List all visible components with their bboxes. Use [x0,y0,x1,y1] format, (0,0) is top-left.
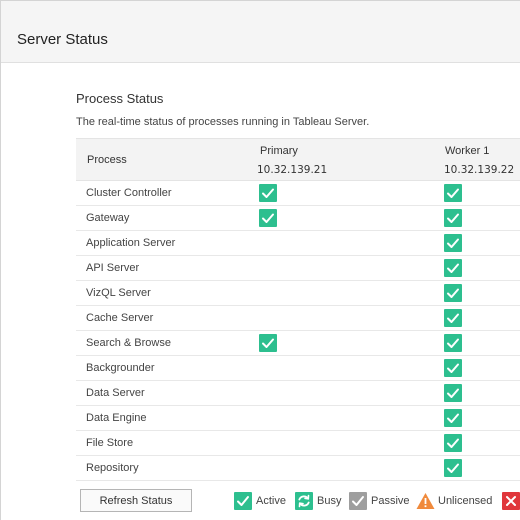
active-check-icon [444,284,462,302]
table-row: Repository [76,456,520,481]
active-check-icon [444,359,462,377]
table-row: Search & Browse [76,331,520,356]
process-name: Data Engine [86,412,147,424]
table-row: Gateway [76,206,520,231]
table-row: API Server [76,256,520,281]
active-check-icon [444,409,462,427]
table-row: Cache Server [76,306,520,331]
active-check-icon [259,334,277,352]
node-column-header-worker-1: Worker 1 10.32.139.22 [444,144,514,177]
passive-check-icon [349,492,367,510]
section-description: The real-time status of processes runnin… [76,116,370,128]
active-check-icon [259,184,277,202]
node-column-header-primary: Primary 10.32.139.21 [257,144,327,177]
process-status-table: Process Primary 10.32.139.21 Worker 1 10… [76,138,520,481]
active-check-icon [444,209,462,227]
footer-bar: Refresh Status Active Busy Passive Unlic… [0,488,520,520]
active-check-icon [444,234,462,252]
process-name: Cache Server [86,312,154,324]
active-check-icon [444,259,462,277]
legend-passive: Passive [349,491,410,511]
active-check-icon [259,209,277,227]
legend-down [502,491,520,511]
process-column-header: Process [87,154,127,166]
table-row: File Store [76,431,520,456]
process-name: Backgrounder [86,362,155,374]
unlicensed-warning-icon [416,492,435,510]
legend-label: Busy [317,495,342,507]
legend-label: Passive [371,495,410,507]
active-check-icon [444,309,462,327]
table-row: Backgrounder [76,356,520,381]
active-check-icon [234,492,252,510]
table-header: Process Primary 10.32.139.21 Worker 1 10… [76,138,520,181]
table-row: VizQL Server [76,281,520,306]
active-check-icon [444,459,462,477]
active-check-icon [444,184,462,202]
legend-label: Active [256,495,286,507]
process-name: Repository [86,462,139,474]
legend-active: Active [234,491,286,511]
process-name: Gateway [86,212,130,224]
active-check-icon [444,334,462,352]
process-name: Cluster Controller [86,187,172,199]
table-row: Data Engine [76,406,520,431]
active-check-icon [444,434,462,452]
table-row: Cluster Controller [76,181,520,206]
table-row: Application Server [76,231,520,256]
active-check-icon [444,384,462,402]
legend-label: Unlicensed [438,495,493,507]
process-name: VizQL Server [86,287,151,299]
legend-unlicensed: Unlicensed [416,491,492,511]
node-name: Worker 1 [445,145,490,157]
node-name: Primary [260,145,298,157]
process-name: Search & Browse [86,337,171,349]
page-title: Server Status [17,31,108,48]
process-name: File Store [86,437,134,449]
node-ip: 10.32.139.21 [257,164,328,176]
table-row: Data Server [76,381,520,406]
node-ip: 10.32.139.22 [444,164,515,176]
legend-busy: Busy [295,491,341,511]
page-header: Server Status [1,1,520,63]
process-name: API Server [86,262,140,274]
refresh-status-button[interactable]: Refresh Status [80,489,192,512]
process-name: Data Server [86,387,145,399]
down-x-icon [502,492,520,510]
section-title: Process Status [76,91,164,106]
table-body: Cluster Controller Gateway Application Ser… [76,181,520,481]
process-name: Application Server [86,237,176,249]
busy-refresh-icon [295,492,313,510]
